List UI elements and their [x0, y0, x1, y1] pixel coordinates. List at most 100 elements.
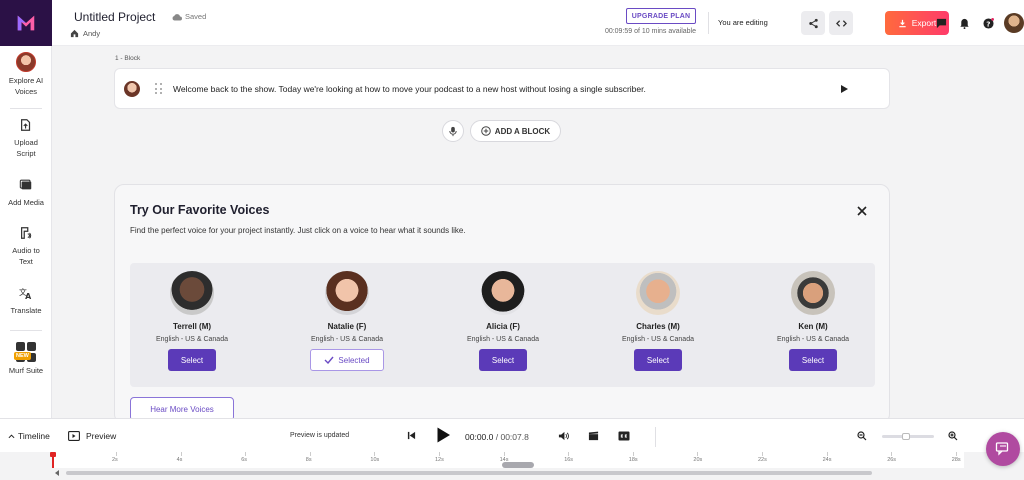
- preview-toggle[interactable]: Preview: [68, 431, 116, 441]
- upgrade-plan-button[interactable]: UPGRADE PLAN: [626, 8, 696, 24]
- ruler-tick-label: 16s: [564, 457, 574, 463]
- timeline-toggle[interactable]: Timeline: [8, 431, 50, 441]
- voice-language: English - US & Canada: [467, 336, 539, 343]
- voice-card-terrell[interactable]: Terrell (M) English - US & Canada Select: [130, 271, 254, 371]
- microphone-icon: [449, 126, 457, 136]
- ruler-tick-line: [568, 452, 570, 456]
- top-header: Untitled Project Saved Andy UPGRADE PLAN…: [52, 0, 1024, 46]
- play-icon: [437, 427, 450, 443]
- ruler-tick-line: [503, 452, 505, 456]
- ruler-tick-label: 22s: [758, 457, 767, 463]
- user-avatar[interactable]: [1004, 13, 1024, 33]
- voice-photo[interactable]: [791, 271, 835, 315]
- ruler-tick-line: [180, 452, 182, 456]
- sidebar-item-label: Upload Script: [14, 138, 38, 158]
- panel-description: Find the perfect voice for your project …: [130, 226, 466, 235]
- voice-photo[interactable]: [170, 271, 214, 315]
- time-remaining: 00:09:59 of 10 mins available: [604, 28, 696, 35]
- select-voice-button[interactable]: Select: [168, 349, 216, 371]
- playhead-handle[interactable]: [50, 452, 56, 457]
- timeline-scroll-grip[interactable]: [502, 462, 534, 468]
- share-button[interactable]: [801, 11, 825, 35]
- zoom-out-button[interactable]: [857, 431, 867, 441]
- checkmark-icon: [324, 356, 334, 364]
- selected-voice-button[interactable]: Selected: [310, 349, 384, 371]
- new-badge: NEW: [14, 352, 31, 360]
- volume-button[interactable]: [558, 431, 569, 441]
- ruler-tick-label: 18s: [628, 457, 638, 463]
- ruler-tick-line: [374, 452, 376, 456]
- voice-photo[interactable]: [481, 271, 525, 315]
- close-icon[interactable]: [855, 204, 869, 218]
- project-title[interactable]: Untitled Project: [74, 10, 155, 24]
- zoom-in-button[interactable]: [948, 431, 958, 441]
- select-voice-button[interactable]: Select: [634, 349, 682, 371]
- support-chat-button[interactable]: [986, 432, 1020, 466]
- select-voice-button[interactable]: Select: [479, 349, 527, 371]
- chevron-up-icon: [8, 433, 15, 438]
- bell-icon: [959, 18, 969, 29]
- play-button[interactable]: [436, 427, 451, 443]
- project-owner[interactable]: Andy: [70, 29, 100, 38]
- record-button[interactable]: [442, 120, 464, 142]
- sidebar-item-add-media[interactable]: Add Media: [0, 176, 52, 208]
- upload-script-icon: [17, 116, 35, 134]
- zoom-in-icon: [948, 431, 958, 441]
- block-text[interactable]: Welcome back to the show. Today we're lo…: [173, 84, 646, 94]
- scene-button[interactable]: [588, 431, 599, 441]
- save-status: Saved: [172, 12, 206, 21]
- voice-name: Natalie (F): [327, 322, 367, 331]
- captions-button[interactable]: [618, 431, 630, 441]
- add-block-button[interactable]: ADD A BLOCK: [470, 120, 561, 142]
- voice-list: Terrell (M) English - US & Canada Select…: [130, 263, 875, 387]
- timeline-toggle-label: Timeline: [18, 431, 50, 441]
- ruler-tick-label: 6s: [241, 457, 247, 463]
- embed-code-button[interactable]: [829, 11, 853, 35]
- sidebar-item-upload-script[interactable]: Upload Script: [0, 116, 52, 159]
- export-icon: [899, 19, 906, 27]
- voice-card-charles[interactable]: Charles (M) English - US & Canada Select: [596, 271, 720, 371]
- voice-card-ken[interactable]: Ken (M) English - US & Canada Select: [751, 271, 875, 371]
- timeline-scrollbar[interactable]: [52, 469, 972, 477]
- ruler-tick-label: 10s: [370, 457, 380, 463]
- murf-logo[interactable]: [0, 0, 52, 46]
- timeline-scroll-thumb[interactable]: [66, 471, 872, 475]
- voice-photo[interactable]: [325, 271, 369, 315]
- sidebar-item-translate[interactable]: 文A Translate: [0, 284, 52, 316]
- voice-name: Ken (M): [798, 322, 828, 331]
- sidebar-divider: [10, 108, 42, 109]
- ruler-tick-label: 12s: [435, 457, 444, 463]
- scroll-left-icon[interactable]: [55, 470, 59, 476]
- ruler-tick-line: [891, 452, 893, 456]
- voice-avatar-icon[interactable]: [124, 81, 140, 97]
- preview-label: Preview: [86, 431, 117, 441]
- sidebar-item-label: Audio to Text: [12, 246, 40, 266]
- svg-text:?: ?: [986, 19, 990, 28]
- sidebar-item-label: Add Media: [8, 198, 44, 207]
- comment-icon: [936, 18, 946, 28]
- ruler-tick-line: [955, 452, 957, 456]
- zoom-slider-handle[interactable]: [901, 433, 910, 440]
- ruler-tick-line: [439, 452, 440, 456]
- select-voice-button[interactable]: Select: [789, 349, 837, 371]
- notifications-button[interactable]: [958, 17, 970, 29]
- script-block[interactable]: Welcome back to the show. Today we're lo…: [114, 68, 890, 109]
- ruler-tick-label: 28s: [951, 457, 961, 463]
- ruler-tick-line: [762, 452, 763, 456]
- block-label: 1 - Block: [115, 55, 141, 62]
- zoom-slider[interactable]: [882, 433, 934, 440]
- sidebar-item-murf-suite[interactable]: NEW Murf Suite: [0, 342, 52, 376]
- play-block-icon[interactable]: [841, 85, 848, 93]
- sidebar-item-explore-ai-voices[interactable]: Explore AI Voices: [0, 52, 52, 97]
- skip-to-start-button[interactable]: [407, 431, 416, 440]
- voice-photo[interactable]: [636, 271, 680, 315]
- home-icon: [70, 29, 79, 38]
- voice-name: Alicia (F): [486, 322, 520, 331]
- panel-title: Try Our Favorite Voices: [130, 203, 270, 217]
- help-button[interactable]: ?: [982, 17, 994, 29]
- voice-card-alicia[interactable]: Alicia (F) English - US & Canada Select: [441, 271, 565, 371]
- drag-handle-icon[interactable]: [155, 83, 163, 95]
- sidebar-item-audio-to-text[interactable]: Audio to Text: [0, 224, 52, 267]
- voice-card-natalie[interactable]: Natalie (F) English - US & Canada Select…: [285, 271, 409, 371]
- comments-button[interactable]: [935, 17, 947, 29]
